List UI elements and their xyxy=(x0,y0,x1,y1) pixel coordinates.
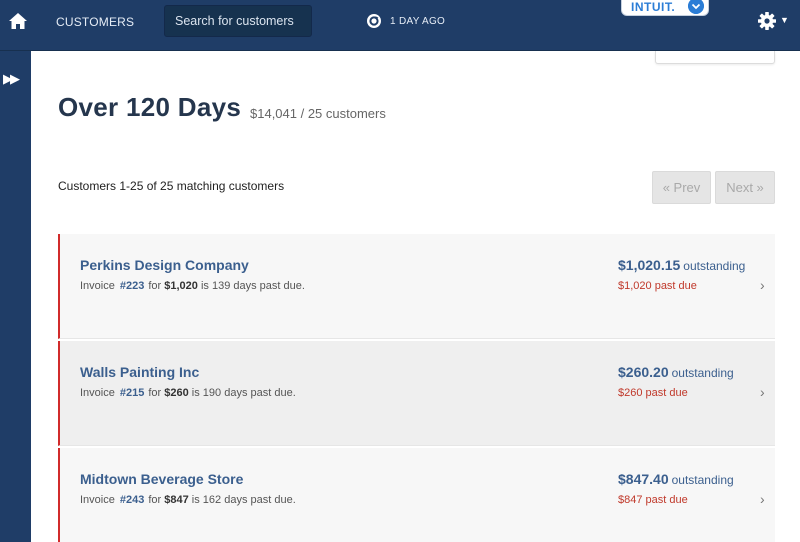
invoice-for-text: for xyxy=(148,494,162,506)
invoice-link[interactable]: #223 xyxy=(120,280,144,292)
past-due-amount: $260 past due xyxy=(618,387,688,399)
outstanding-label: outstanding xyxy=(683,259,746,273)
home-icon[interactable] xyxy=(8,11,28,31)
customer-list: Perkins Design Company Invoice #223 for $1… xyxy=(58,234,775,542)
past-due-amount: $847 past due xyxy=(618,494,688,506)
search-input[interactable] xyxy=(164,5,312,37)
customer-name[interactable]: Walls Painting Inc xyxy=(80,364,199,380)
invoice-for-text: for xyxy=(148,387,162,399)
customer-name[interactable]: Perkins Design Company xyxy=(80,257,249,273)
next-page-button[interactable]: Next » xyxy=(715,171,775,204)
outstanding-amount: $1,020.15 xyxy=(618,257,681,273)
page-summary: $14,041 / 25 customers xyxy=(250,106,386,121)
customer-row[interactable]: Perkins Design Company Invoice #223 for $1… xyxy=(58,234,775,339)
invoice-amount: $260 xyxy=(164,387,189,399)
left-rail: ▶▶ xyxy=(0,51,31,542)
chevron-right-icon[interactable]: › xyxy=(760,277,765,293)
past-due-amount: $1,020 past due xyxy=(618,280,697,292)
invoice-link[interactable]: #243 xyxy=(120,494,144,506)
outstanding-amount: $260.20 xyxy=(618,364,669,380)
invoice-prefix: Invoice xyxy=(80,280,115,292)
outstanding-label: outstanding xyxy=(671,366,734,380)
invoice-description: Invoice #243 for $847 is 162 days past due… xyxy=(80,494,296,506)
days-past-due: is 139 days past due. xyxy=(200,280,305,292)
settings-caret-icon[interactable]: ▼ xyxy=(780,15,789,25)
customer-row[interactable]: Midtown Beverage Store Invoice #243 for $8… xyxy=(58,448,775,542)
invoice-description: Invoice #223 for $1,020 is 139 days past d… xyxy=(80,280,305,292)
invoice-prefix: Invoice xyxy=(80,494,115,506)
sync-icon[interactable] xyxy=(366,13,382,29)
chevron-down-icon xyxy=(688,0,704,14)
days-past-due: is 190 days past due. xyxy=(191,387,296,399)
expand-icon[interactable]: ▶▶ xyxy=(3,71,20,87)
floating-panel-tab[interactable] xyxy=(655,51,775,64)
chevron-right-icon[interactable]: › xyxy=(760,384,765,400)
days-past-due: is 162 days past due. xyxy=(191,494,296,506)
outstanding-amount: $847.40 xyxy=(618,471,669,487)
outstanding-amount-block: $1,020.15 outstanding xyxy=(618,257,745,273)
intuit-brand-menu[interactable]: INTUIT. xyxy=(621,0,709,16)
customer-row[interactable]: Walls Painting Inc Invoice #215 for $260 i… xyxy=(58,341,775,446)
gear-icon[interactable] xyxy=(757,11,777,31)
invoice-for-text: for xyxy=(148,280,162,292)
invoice-description: Invoice #215 for $260 is 190 days past due… xyxy=(80,387,296,399)
nav-customers-link[interactable]: CUSTOMERS xyxy=(56,15,134,29)
outstanding-amount-block: $260.20 outstanding xyxy=(618,364,734,380)
outstanding-label: outstanding xyxy=(671,473,734,487)
invoice-amount: $1,020 xyxy=(164,280,198,292)
invoice-link[interactable]: #215 xyxy=(120,387,144,399)
brand-logo: INTUIT. xyxy=(631,0,676,14)
chevron-right-icon[interactable]: › xyxy=(760,491,765,507)
invoice-prefix: Invoice xyxy=(80,387,115,399)
last-sync-label: 1 DAY AGO xyxy=(390,16,446,27)
page-title: Over 120 Days xyxy=(58,92,242,122)
invoice-amount: $847 xyxy=(164,494,189,506)
outstanding-amount-block: $847.40 outstanding xyxy=(618,471,734,487)
prev-page-button[interactable]: « Prev xyxy=(652,171,711,204)
top-nav-bar: CUSTOMERS 1 DAY AGO INTUIT. ▼ xyxy=(0,0,800,51)
results-count: Customers 1-25 of 25 matching customers xyxy=(58,179,285,193)
customer-name[interactable]: Midtown Beverage Store xyxy=(80,471,243,487)
